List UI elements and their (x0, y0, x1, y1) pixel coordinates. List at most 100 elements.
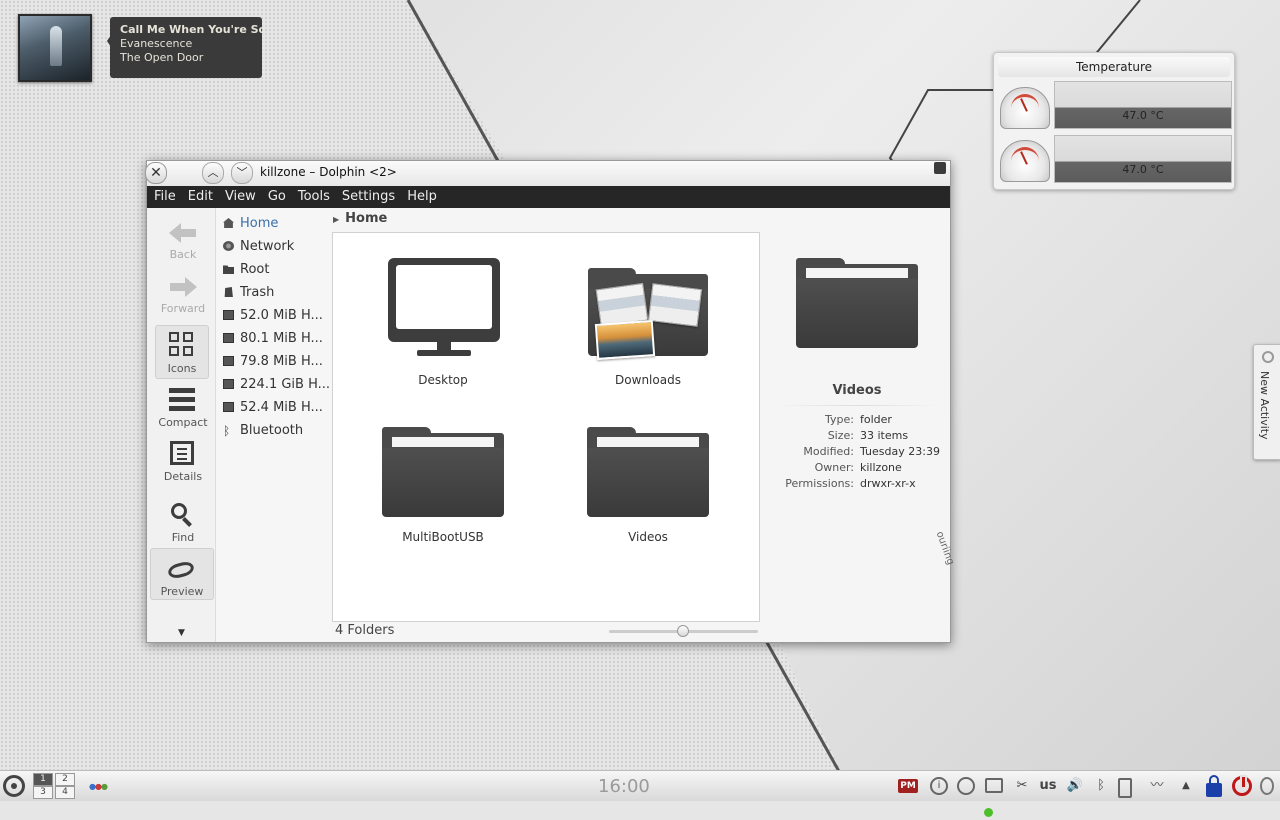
menu-help[interactable]: Help (401, 186, 443, 208)
item-label: Desktop (418, 373, 468, 387)
menu-bar: File Edit View Go Tools Settings Help (147, 186, 950, 208)
place-drive[interactable]: 52.0 MiB H... (223, 308, 323, 323)
toolbar-overflow-chevron-icon[interactable]: ▼ (178, 628, 185, 638)
preview-eye-icon (166, 555, 197, 583)
place-label: 52.0 MiB H... (240, 308, 323, 323)
place-network[interactable]: Network (223, 239, 294, 254)
lock-screen-icon[interactable] (1206, 775, 1222, 797)
network-icon (223, 241, 234, 251)
now-playing-popup[interactable]: Call Me When You're Sob... Evanescence T… (107, 17, 262, 78)
home-icon (223, 218, 234, 228)
forward-button[interactable]: Forward (153, 272, 213, 315)
info-value: Tuesday 23:39 (860, 445, 940, 458)
task-dots-icon[interactable]: ●●● (89, 782, 108, 791)
info-icon[interactable]: i (930, 777, 948, 795)
forward-label: Forward (160, 302, 206, 315)
digital-clock[interactable]: 16:00 (598, 776, 650, 797)
place-drive[interactable]: 224.1 GiB H... (223, 377, 330, 392)
breadcrumb-home: Home (345, 211, 388, 226)
find-label: Find (171, 531, 195, 544)
places-panel: Home Network Root Trash 52.0 MiB H... 80… (217, 208, 331, 642)
network-status-icon[interactable] (983, 775, 1004, 817)
wifi-icon[interactable]: 〰 (1146, 775, 1168, 797)
zoom-slider-handle[interactable] (677, 625, 689, 637)
info-name: Videos (832, 383, 882, 398)
info-value: drwxr-xr-x (860, 477, 916, 490)
title-bar[interactable]: ✕ ︿ ﹀ killzone – Dolphin <2> (145, 161, 950, 186)
drive-icon (223, 356, 234, 366)
folder-item-desktop[interactable]: Desktop (373, 258, 513, 388)
status-text: 4 Folders (335, 623, 395, 638)
pager-desktop-2[interactable]: 2 (55, 773, 75, 786)
close-button[interactable]: ✕ (145, 162, 167, 184)
place-label: Network (240, 239, 295, 254)
drive-icon (223, 402, 234, 412)
breadcrumb[interactable]: ▶ Home (333, 208, 387, 230)
toolbar: Back Forward Icons Compact Details Find (147, 208, 216, 642)
pager-desktop-4[interactable]: 4 (55, 786, 75, 799)
item-label: Videos (628, 530, 668, 544)
info-value: folder (860, 413, 892, 426)
place-drive[interactable]: 79.8 MiB H... (223, 354, 323, 369)
temperature-value: 47.0 °C (1122, 163, 1164, 176)
preview-button[interactable]: Preview (150, 548, 214, 600)
place-label: Root (240, 262, 270, 277)
place-drive[interactable]: 80.1 MiB H... (223, 331, 323, 346)
pm-icon[interactable]: PM (898, 779, 918, 793)
scissors-icon[interactable]: ✂ (1012, 775, 1032, 797)
temperature-widget[interactable]: Temperature 47.0 °C 47.0 °C (993, 52, 1235, 190)
keyboard-layout[interactable]: us (1039, 775, 1057, 797)
place-label: Home (240, 216, 279, 231)
pager-desktop-1[interactable]: 1 (33, 773, 53, 786)
album-cover[interactable] (18, 14, 92, 82)
folder-item-videos[interactable]: Videos (578, 423, 718, 548)
window-menu-button[interactable] (934, 162, 946, 174)
volume-icon[interactable]: 🔊 (1064, 775, 1086, 797)
minimize-button[interactable]: ︿ (202, 162, 224, 184)
maximize-button[interactable]: ﹀ (231, 162, 253, 184)
place-drive[interactable]: 52.4 MiB H... (223, 400, 323, 415)
tray-expand-icon[interactable]: ▲ (1180, 775, 1192, 797)
compact-view-button[interactable]: Compact (153, 386, 213, 429)
menu-settings[interactable]: Settings (336, 186, 401, 208)
info-key: Modified: (803, 445, 854, 458)
temperature-graph: 47.0 °C (1054, 81, 1232, 129)
application-launcher-icon[interactable] (3, 775, 25, 797)
info-value: killzone (860, 461, 902, 474)
drive-icon (223, 379, 234, 389)
place-home[interactable]: Home (223, 216, 278, 231)
bluetooth-icon[interactable]: ᛒ (1094, 775, 1108, 797)
menu-tools[interactable]: Tools (292, 186, 336, 208)
place-root[interactable]: Root (223, 262, 269, 277)
menu-go[interactable]: Go (262, 186, 292, 208)
zoom-slider[interactable] (609, 625, 758, 637)
new-activity-label: New Activity (1258, 371, 1271, 440)
bluetooth-icon: ᛒ (223, 424, 231, 438)
temperature-value: 47.0 °C (1122, 109, 1164, 122)
folder-icon (587, 427, 709, 517)
details-view-button[interactable]: Details (153, 440, 213, 483)
new-activity-tab[interactable]: New Activity (1253, 344, 1280, 460)
back-button[interactable]: Back (153, 218, 213, 261)
place-bluetooth[interactable]: ᛒ Bluetooth (223, 423, 303, 438)
menu-view[interactable]: View (219, 186, 262, 208)
menu-file[interactable]: File (147, 186, 182, 208)
place-label: 79.8 MiB H... (240, 354, 323, 369)
folder-item-multibootusb[interactable]: MultiBootUSB (373, 423, 513, 548)
menu-edit[interactable]: Edit (182, 186, 219, 208)
pager-desktop-3[interactable]: 3 (33, 786, 53, 799)
folder-item-downloads[interactable]: Downloads (578, 258, 718, 388)
device-notifier-icon[interactable] (1118, 775, 1132, 798)
cashew-icon[interactable] (1260, 777, 1274, 795)
icons-view-button[interactable]: Icons (155, 325, 209, 379)
downloads-folder-icon (588, 268, 708, 360)
compact-list-icon (168, 386, 198, 414)
info-row-permissions: Permissions: drwxr-xr-x (764, 477, 950, 493)
place-trash[interactable]: Trash (223, 285, 274, 300)
information-panel: Videos Type: folder Size: 33 items Modifie… (764, 232, 950, 620)
find-button[interactable]: Find (153, 501, 213, 544)
drive-icon (223, 310, 234, 320)
gauge-icon[interactable] (957, 777, 975, 795)
power-icon[interactable] (1232, 775, 1252, 796)
window-title: killzone – Dolphin <2> (260, 165, 397, 179)
